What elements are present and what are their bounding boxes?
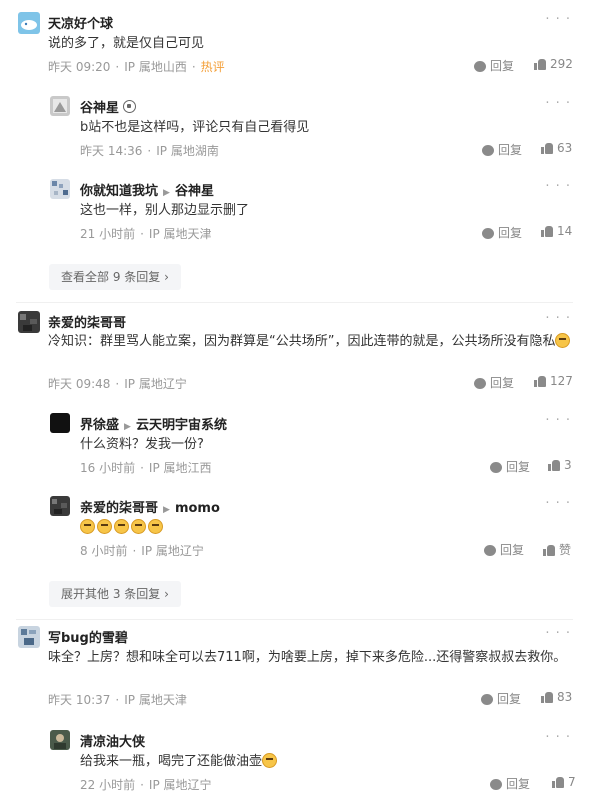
verified-icon bbox=[123, 100, 137, 113]
like-button[interactable]: 127 bbox=[534, 374, 573, 388]
reply-meta: 昨天 14:36 · IP 属地湖南 bbox=[80, 144, 219, 158]
reply-text: 给我来一瓶，喝完了还能做油壶 bbox=[80, 751, 279, 772]
comment-meta: 昨天 09:48 · IP 属地辽宁 bbox=[48, 377, 187, 391]
reply-button[interactable]: 回复 bbox=[490, 458, 530, 475]
comment-time: 昨天 09:20 bbox=[48, 60, 111, 74]
more-options-icon[interactable]: · · · bbox=[545, 413, 571, 428]
emoji-icon bbox=[114, 519, 129, 534]
reply-meta: 16 小时前 · IP 属地江西 bbox=[80, 461, 212, 475]
reply-icon bbox=[490, 462, 502, 473]
emoji-icon bbox=[262, 753, 278, 768]
like-button[interactable]: 赞 bbox=[543, 541, 571, 558]
thumbs-up-icon bbox=[541, 225, 553, 237]
comment-text: 说的多了，就是仅自己可见 bbox=[48, 36, 205, 51]
more-options-icon[interactable]: · · · bbox=[545, 311, 571, 326]
emoji-icon bbox=[97, 519, 112, 534]
thumbs-up-icon bbox=[552, 776, 564, 788]
thumbs-up-icon bbox=[541, 691, 553, 703]
avatar[interactable] bbox=[18, 12, 40, 34]
reply-text: 什么资料？发我一份? bbox=[80, 437, 204, 452]
reply-to-arrow-icon: ▶ bbox=[124, 422, 131, 432]
hot-badge: 热评 bbox=[200, 60, 225, 74]
like-button[interactable]: 292 bbox=[534, 57, 573, 71]
reply-to-user[interactable]: 谷神星 bbox=[175, 184, 214, 199]
comment-text: 冷知识：群里骂人能立案，因为群算是“公共场所”，因此连带的就是，公共场所没有隐私 bbox=[48, 331, 576, 352]
comment-author[interactable]: 亲爱的柒哥哥 bbox=[48, 312, 126, 331]
reply-author[interactable]: 你就知道我坑 ▶ 谷神星 bbox=[80, 180, 214, 199]
thumbs-up-icon bbox=[541, 142, 553, 154]
reply-icon bbox=[482, 145, 494, 156]
comment-text: 味全？上房？想和味全可以去711啊，为啥要上房，掉下来多危险...还得警察叔叔去… bbox=[48, 650, 567, 665]
more-options-icon[interactable]: · · · bbox=[545, 179, 571, 194]
like-button[interactable]: 83 bbox=[541, 690, 572, 704]
thumbs-up-icon bbox=[534, 58, 546, 70]
reply-to-user[interactable]: 云天明宇宙系统 bbox=[136, 418, 227, 433]
avatar[interactable] bbox=[50, 730, 70, 750]
expand-replies-button[interactable]: 展开其他 3 条回复 › bbox=[49, 581, 181, 607]
like-button[interactable]: 3 bbox=[548, 458, 572, 472]
reply-text: b站不也是这样吗，评论只有自己看得见 bbox=[80, 120, 310, 135]
reply-author[interactable]: 清凉油大侠 bbox=[80, 731, 145, 750]
reply-button[interactable]: 回复 bbox=[474, 57, 514, 74]
like-button[interactable]: 14 bbox=[541, 224, 572, 238]
emoji-icon bbox=[148, 519, 163, 534]
divider bbox=[16, 619, 573, 620]
reply-icon bbox=[481, 694, 493, 705]
reply-icon bbox=[490, 779, 502, 790]
reply-to-arrow-icon: ▶ bbox=[163, 188, 170, 198]
emoji-icon bbox=[131, 519, 146, 534]
avatar[interactable] bbox=[50, 179, 70, 199]
reply-icon bbox=[482, 228, 494, 239]
emoji-icon bbox=[80, 519, 95, 534]
reply-button[interactable]: 回复 bbox=[490, 775, 530, 792]
reply-button[interactable]: 回复 bbox=[474, 374, 514, 391]
more-options-icon[interactable]: · · · bbox=[545, 730, 571, 745]
reply-to-user[interactable]: momo bbox=[175, 501, 220, 516]
comment-author[interactable]: 写bug的雪碧 bbox=[48, 627, 128, 646]
reply-to-arrow-icon: ▶ bbox=[163, 505, 170, 515]
reply-meta: 22 小时前 · IP 属地辽宁 bbox=[80, 778, 212, 792]
reply-icon bbox=[474, 61, 486, 72]
comment-meta: 昨天 10:37 · IP 属地天津 bbox=[48, 693, 187, 707]
avatar[interactable] bbox=[50, 496, 70, 516]
comment-author[interactable]: 天凉好个球 bbox=[48, 13, 113, 32]
avatar[interactable] bbox=[50, 96, 70, 116]
reply-meta: 8 小时前 · IP 属地辽宁 bbox=[80, 544, 204, 558]
reply-button[interactable]: 回复 bbox=[482, 141, 522, 158]
reply-emojis bbox=[80, 517, 165, 538]
reply-meta: 21 小时前 · IP 属地天津 bbox=[80, 227, 212, 241]
reply-button[interactable]: 回复 bbox=[482, 224, 522, 241]
reply-icon bbox=[474, 378, 486, 389]
reply-icon bbox=[484, 545, 496, 556]
thumbs-up-icon bbox=[534, 375, 546, 387]
more-options-icon[interactable]: · · · bbox=[545, 12, 571, 27]
reply-button[interactable]: 回复 bbox=[484, 541, 524, 558]
reply-button[interactable]: 回复 bbox=[481, 690, 521, 707]
thumbs-up-icon bbox=[548, 459, 560, 471]
more-options-icon[interactable]: · · · bbox=[545, 496, 571, 511]
avatar[interactable] bbox=[18, 626, 40, 648]
avatar[interactable] bbox=[50, 413, 70, 433]
emoji-icon bbox=[555, 333, 571, 348]
divider bbox=[16, 302, 573, 303]
like-button[interactable]: 7 bbox=[552, 775, 576, 789]
more-options-icon[interactable]: · · · bbox=[545, 96, 571, 111]
reply-author[interactable]: 谷神星 bbox=[80, 97, 137, 116]
reply-text: 这也一样，别人那边显示删了 bbox=[80, 203, 250, 218]
thumbs-up-icon bbox=[543, 544, 555, 556]
avatar[interactable] bbox=[18, 311, 40, 333]
comment-meta: 昨天 09:20 · IP 属地山西 · 热评 bbox=[48, 60, 225, 74]
reply-author[interactable]: 界徐盛 ▶ 云天明宇宙系统 bbox=[80, 414, 227, 433]
like-button[interactable]: 63 bbox=[541, 141, 572, 155]
comment-ip: IP 属地山西 bbox=[124, 60, 187, 74]
view-all-replies-button[interactable]: 查看全部 9 条回复 › bbox=[49, 264, 181, 290]
more-options-icon[interactable]: · · · bbox=[545, 626, 571, 641]
reply-author[interactable]: 亲爱的柒哥哥 ▶ momo bbox=[80, 497, 220, 516]
